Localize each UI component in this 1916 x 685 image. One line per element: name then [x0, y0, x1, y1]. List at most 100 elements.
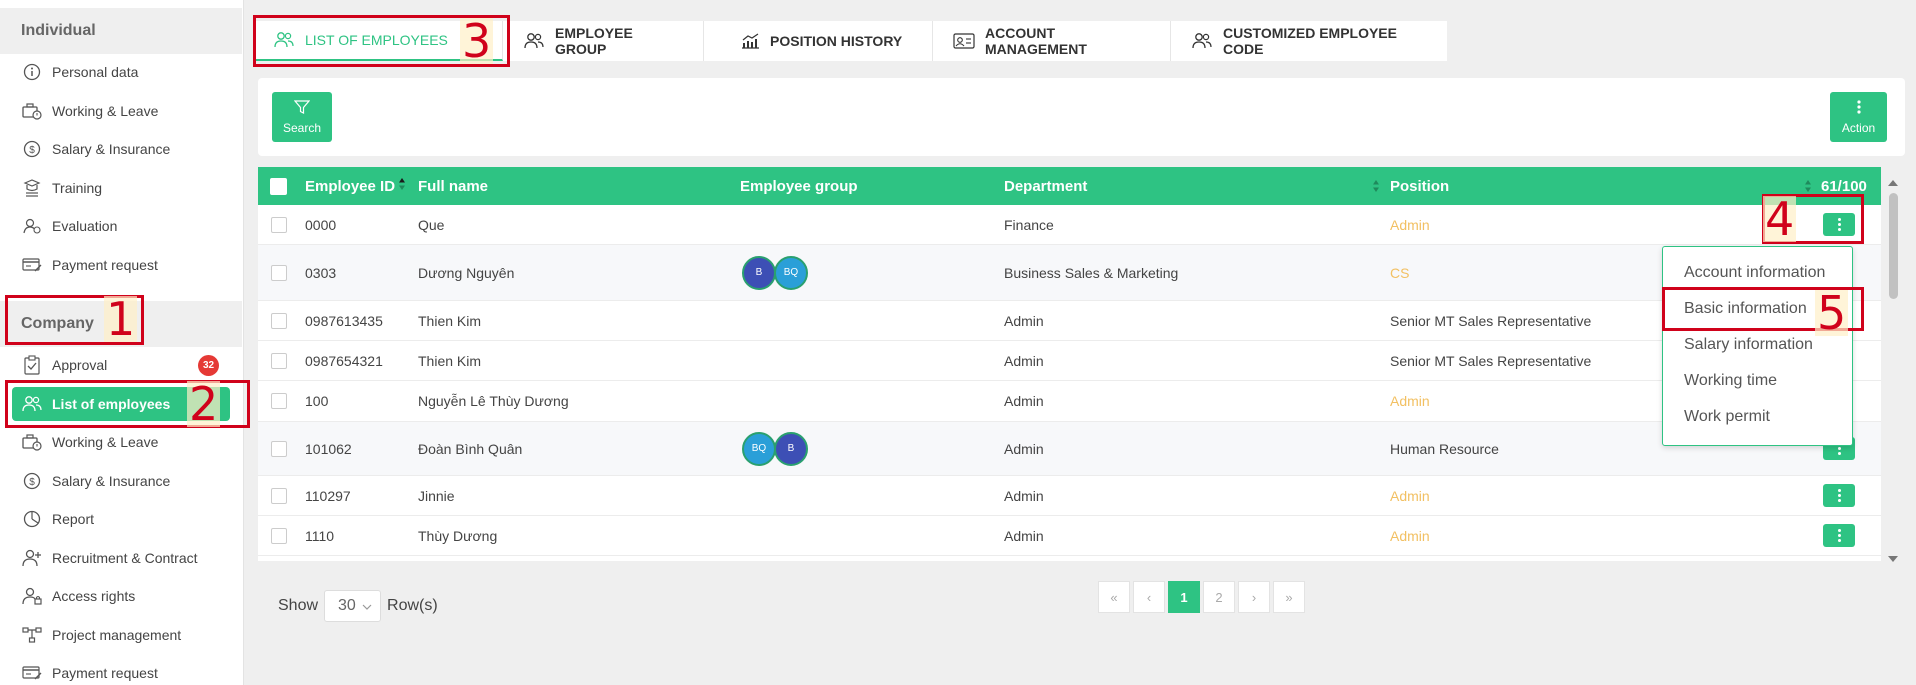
- table-row[interactable]: 110297 Jinnie Admin Admin: [258, 476, 1881, 516]
- user-lock-icon: [21, 585, 43, 607]
- last-page-button[interactable]: »: [1273, 581, 1305, 613]
- row-checkbox[interactable]: [271, 440, 287, 457]
- employee-id: 1110: [305, 527, 335, 544]
- tab-employee-group[interactable]: EMPLOYEE GROUP: [503, 21, 704, 61]
- scroll-up-icon[interactable]: [1887, 174, 1899, 190]
- briefcase-clock-icon: [21, 431, 43, 453]
- employee-id: 100: [305, 393, 329, 409]
- table-row[interactable]: 0987654321 Thien Kim Admin Senior MT Sal…: [258, 341, 1881, 381]
- toolbar: Search Action: [258, 78, 1905, 156]
- tab-label: ACCOUNT MANAGEMENT: [985, 25, 1087, 57]
- sidebar-item-salary-insurance[interactable]: $ Salary & Insurance: [21, 134, 236, 164]
- pie-chart-icon: [21, 508, 43, 530]
- department-sort-icon[interactable]: [1372, 167, 1380, 205]
- next-page-button[interactable]: ›: [1238, 581, 1270, 613]
- rows-suffix-label: Row(s): [387, 597, 438, 614]
- first-page-button[interactable]: «: [1098, 581, 1130, 613]
- table-row[interactable]: 100 Nguyễn Lê Thùy Dương Admin Admin: [258, 381, 1881, 422]
- sort-icon: [398, 177, 406, 195]
- row-checkbox[interactable]: [271, 216, 287, 233]
- sidebar-item-label: Personal data: [52, 64, 139, 80]
- approval-badge: 32: [198, 355, 219, 376]
- sidebar-item-training[interactable]: Training: [21, 173, 236, 203]
- select-all-checkbox[interactable]: [270, 177, 287, 195]
- tab-label: POSITION HISTORY: [770, 33, 903, 49]
- annotation-number-3: 3: [460, 14, 494, 68]
- svg-text:$: $: [29, 145, 35, 156]
- row-checkbox[interactable]: [271, 393, 287, 409]
- sidebar-item-company-working-leave[interactable]: Working & Leave: [21, 427, 236, 457]
- search-button[interactable]: Search: [272, 92, 332, 142]
- position: Senior MT Sales Representative: [1390, 352, 1592, 369]
- sidebar-item-label: Salary & Insurance: [52, 141, 171, 157]
- page-1-button[interactable]: 1: [1168, 581, 1200, 613]
- header-employee-id[interactable]: Employee ID: [305, 167, 406, 205]
- sidebar-item-payment-request[interactable]: Payment request: [21, 250, 236, 280]
- sidebar-item-project-management[interactable]: Project management: [21, 620, 236, 650]
- approval-icon: [21, 354, 43, 376]
- tab-account-management[interactable]: ACCOUNT MANAGEMENT: [933, 21, 1171, 61]
- sidebar-item-personal-data[interactable]: Personal data: [21, 57, 236, 87]
- row-checkbox[interactable]: [271, 352, 287, 369]
- position: Admin: [1390, 393, 1430, 409]
- row-checkbox[interactable]: [271, 312, 287, 329]
- payment-icon: [21, 662, 43, 684]
- scroll-down-icon[interactable]: [1887, 550, 1899, 566]
- table-scrollbar[interactable]: [1885, 167, 1901, 562]
- id-card-icon: [953, 33, 975, 49]
- position: Admin: [1390, 216, 1430, 233]
- row-checkbox[interactable]: [271, 527, 287, 544]
- prev-page-button[interactable]: ‹: [1133, 581, 1165, 613]
- department: Admin: [1004, 393, 1044, 409]
- pagination: « ‹ 1 2 › »: [1098, 581, 1308, 613]
- sidebar-item-working-leave[interactable]: Working & Leave: [21, 96, 236, 126]
- menu-item-working-time[interactable]: Working time: [1684, 367, 1777, 395]
- sidebar-item-company-salary-insurance[interactable]: $ Salary & Insurance: [21, 466, 236, 496]
- row-actions-dropdown: Account information Basic information Sa…: [1662, 246, 1853, 446]
- full-name: Dương Nguyên: [418, 264, 515, 281]
- payment-icon: [21, 254, 43, 276]
- menu-item-account-information[interactable]: Account information: [1684, 259, 1825, 287]
- sidebar-item-company-payment-request[interactable]: Payment request: [21, 658, 236, 685]
- row-menu-button[interactable]: [1823, 484, 1855, 507]
- sidebar-item-recruitment-contract[interactable]: Recruitment & Contract: [21, 543, 236, 573]
- sidebar-item-evaluation[interactable]: Evaluation: [21, 211, 236, 241]
- annotation-number-1: 1: [104, 292, 138, 346]
- group-avatar: B: [774, 431, 808, 466]
- users-icon: [523, 32, 545, 50]
- more-vertical-icon: [1837, 488, 1841, 503]
- employee-id: 0000: [305, 216, 337, 233]
- page-2-button[interactable]: 2: [1203, 581, 1235, 613]
- sidebar-item-access-rights[interactable]: Access rights: [21, 581, 236, 611]
- table-row[interactable]: 0987613435 Thien Kim Admin Senior MT Sal…: [258, 301, 1881, 341]
- employee-id: 0987613435: [305, 312, 383, 329]
- sidebar-item-report[interactable]: Report: [21, 504, 236, 534]
- employee-id: 101062: [305, 440, 352, 457]
- table-row[interactable]: 101062 Đoàn Bình Quân BQ B Admin Human R…: [258, 422, 1881, 476]
- table-row[interactable]: 0303 Dương Nguyên B BQ Business Sales & …: [258, 245, 1881, 301]
- row-checkbox[interactable]: [271, 264, 287, 281]
- scrollbar-thumb[interactable]: [1889, 193, 1898, 299]
- rows-per-page-select[interactable]: 30: [324, 590, 382, 622]
- rows-per-page: Show 30 Row(s): [278, 586, 438, 626]
- action-button-label: Action: [1841, 121, 1876, 135]
- table-header: Employee ID Full name Employee group Dep…: [258, 167, 1881, 205]
- header-full-name: Full name: [418, 177, 489, 195]
- show-label: Show: [278, 597, 319, 614]
- full-name: Đoàn Bình Quân: [418, 440, 523, 457]
- project-icon: [21, 624, 43, 646]
- table-row[interactable]: 0000 Que Finance Admin: [258, 205, 1881, 245]
- tab-position-history[interactable]: POSITION HISTORY: [704, 21, 933, 61]
- table-row[interactable]: 1110 Thùy Dương Admin Admin: [258, 516, 1881, 556]
- search-button-label: Search: [282, 121, 322, 135]
- tab-customized-employee-code[interactable]: CUSTOMIZED EMPLOYEE CODE: [1171, 21, 1447, 61]
- action-button[interactable]: Action: [1830, 92, 1887, 142]
- group-avatar: BQ: [774, 255, 808, 290]
- menu-item-salary-information[interactable]: Salary information: [1684, 331, 1813, 359]
- row-checkbox[interactable]: [271, 487, 287, 504]
- row-menu-button[interactable]: [1823, 524, 1855, 547]
- employee-id: 0987654321: [305, 352, 383, 369]
- chart-icon: [740, 33, 760, 49]
- tab-label: CUSTOMIZED EMPLOYEE CODE: [1223, 25, 1397, 57]
- menu-item-work-permit[interactable]: Work permit: [1684, 403, 1770, 431]
